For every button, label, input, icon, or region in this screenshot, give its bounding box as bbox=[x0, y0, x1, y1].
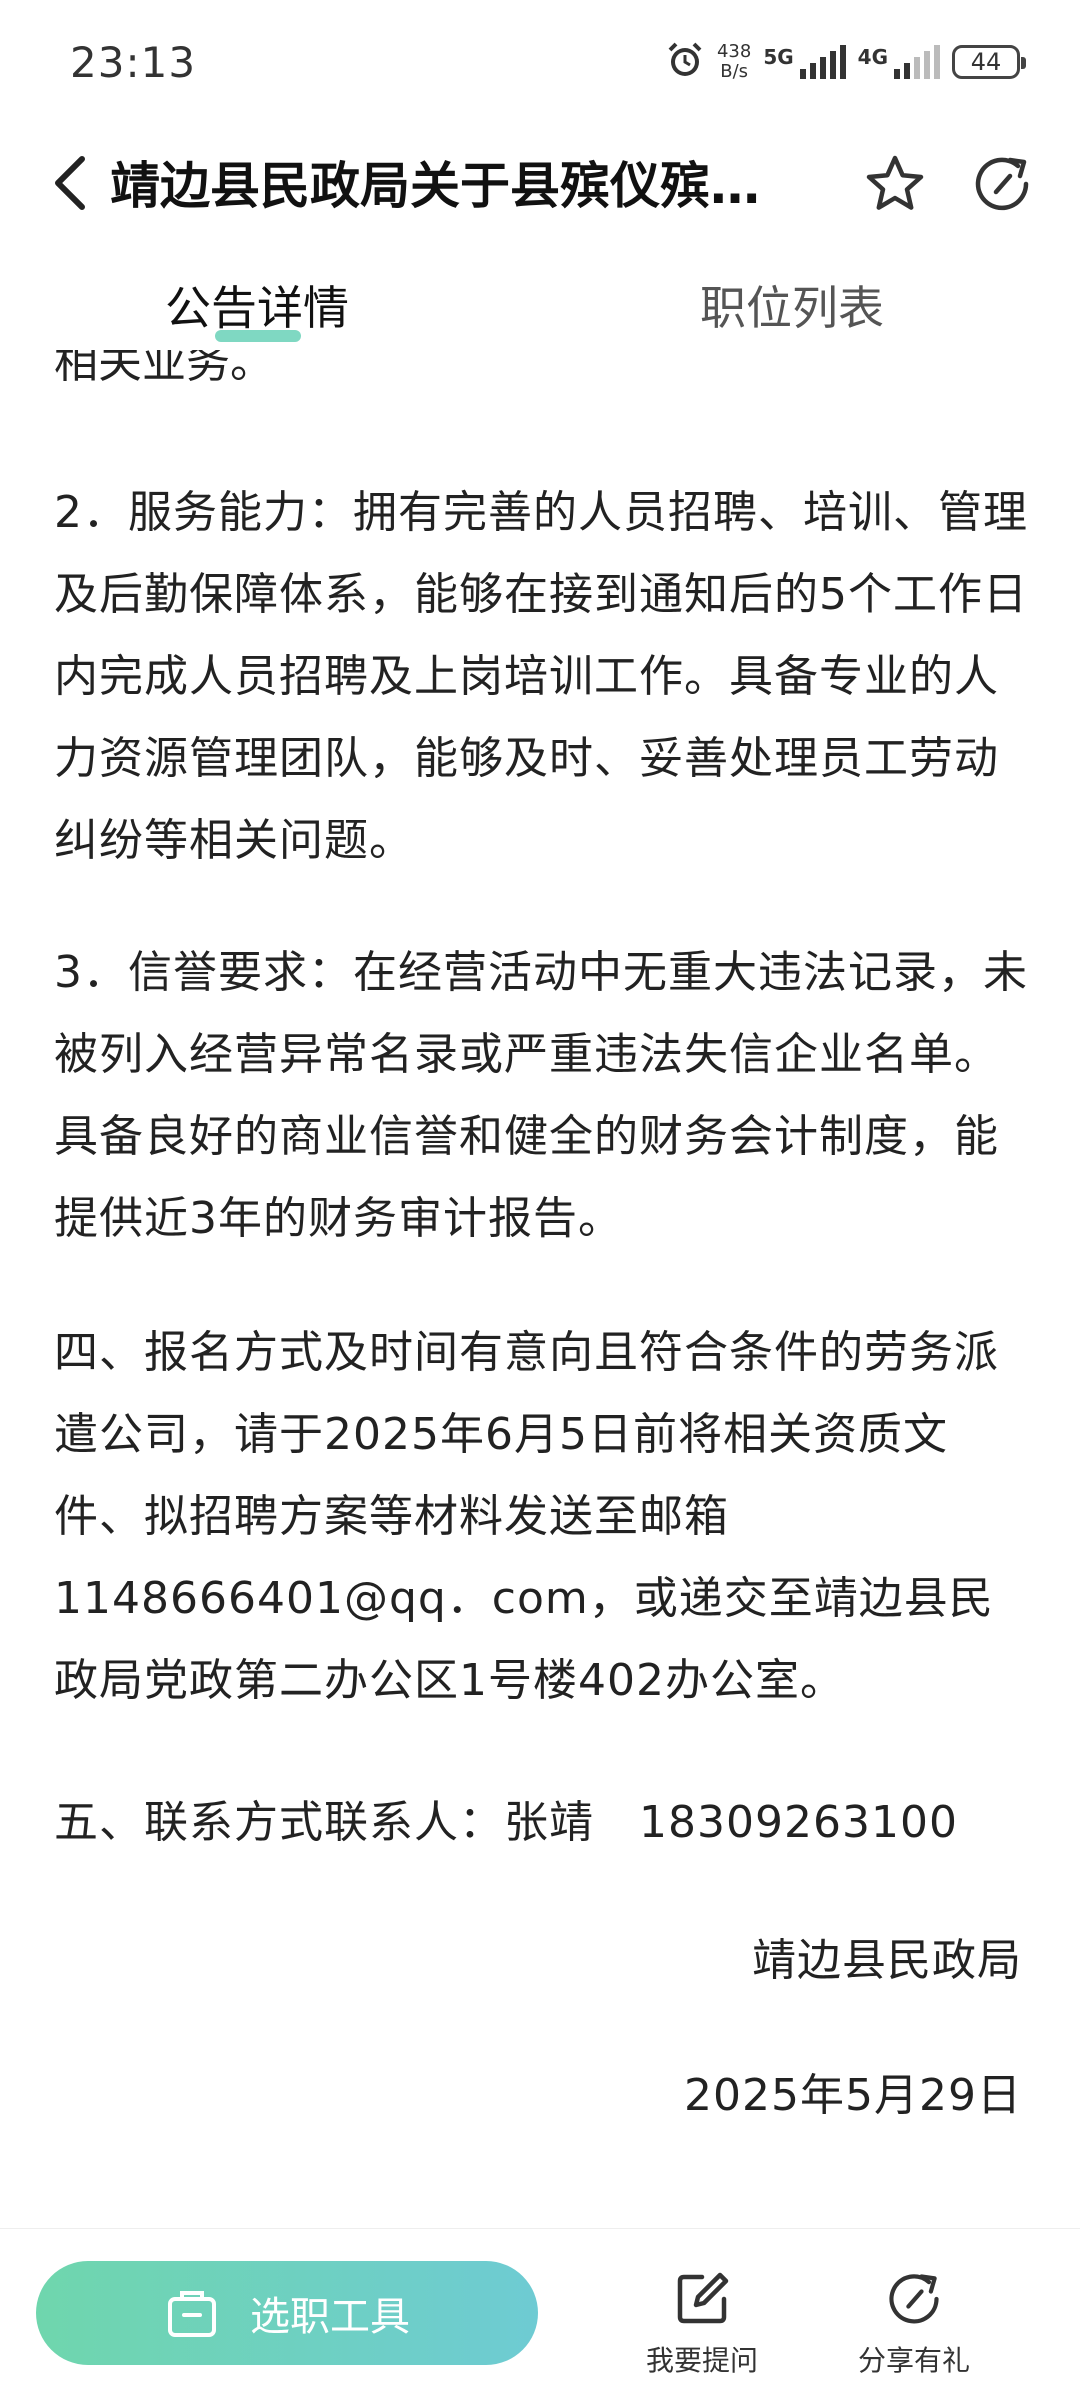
contact-line: 五、联系方式联系人：张靖 18309263100 bbox=[54, 1797, 958, 1848]
signal-5g-icon: 5G bbox=[763, 45, 846, 79]
tab-active-indicator bbox=[215, 330, 301, 342]
article-paragraph: 3．信誉要求：在经营活动中无重大违法记录，未被列入经营异常名录或严重违法失信企业… bbox=[54, 947, 1028, 1244]
signal-4g-label: 4G bbox=[857, 45, 888, 69]
header: 靖边县民政局关于县殡仪殡… bbox=[0, 130, 1080, 270]
article-content: 相关业务。 2．服务能力：拥有完善的人员招聘、培训、管理及后勤保障体系，能够在接… bbox=[0, 350, 1080, 2230]
share-reward-button[interactable]: 分享有礼 bbox=[834, 2269, 994, 2379]
share-icon bbox=[889, 2274, 939, 2324]
tab-position-list[interactable]: 职位列表 bbox=[700, 272, 884, 338]
share-reward-label: 分享有礼 bbox=[857, 2344, 970, 2377]
tab-announcement-detail[interactable]: 公告详情 bbox=[165, 272, 349, 338]
net-speed-value: 438 bbox=[716, 41, 752, 62]
share-button[interactable] bbox=[962, 144, 1042, 224]
signal-4g-icon: 4G bbox=[858, 45, 940, 79]
signal-5g-label: 5G bbox=[763, 45, 794, 69]
battery-level: 44 bbox=[970, 48, 1002, 76]
favorite-button[interactable] bbox=[855, 144, 935, 224]
alarm-icon bbox=[665, 40, 705, 84]
article-text-partial: 相关业务。 bbox=[54, 350, 274, 388]
job-tool-label: 选职工具 bbox=[250, 2294, 410, 2340]
article-paragraph: 四、报名方式及时间有意向且符合条件的劳务派遣公司，请于2025年6月5日前将相关… bbox=[54, 1327, 999, 1706]
briefcase-icon bbox=[168, 2291, 216, 2337]
status-icons: 438 B/s 5G 4G 44 bbox=[665, 40, 1026, 84]
chevron-left-icon bbox=[55, 156, 85, 210]
battery-icon: 44 bbox=[952, 45, 1026, 79]
share-icon bbox=[975, 157, 1029, 211]
ask-question-button[interactable]: 我要提问 bbox=[622, 2269, 782, 2379]
edit-icon bbox=[677, 2272, 729, 2324]
article-paragraph: 2．服务能力：拥有完善的人员招聘、培训、管理及后勤保障体系，能够在接到通知后的5… bbox=[54, 487, 1028, 866]
page-title: 靖边县民政局关于县殡仪殡… bbox=[110, 157, 760, 215]
net-speed-unit: B/s bbox=[720, 61, 749, 82]
job-tool-button[interactable]: 选职工具 bbox=[36, 2261, 538, 2365]
status-time: 23:13 bbox=[70, 38, 197, 87]
star-icon bbox=[866, 155, 924, 210]
announcement-date: 2025年5月29日 bbox=[684, 2070, 1022, 2121]
ask-question-label: 我要提问 bbox=[645, 2344, 758, 2377]
signature: 靖边县民政局 bbox=[752, 1935, 1022, 1986]
net-speed: 438 B/s bbox=[717, 42, 751, 82]
status-bar: 23:13 438 B/s 5G 4G 44 bbox=[0, 0, 1080, 130]
back-button[interactable] bbox=[40, 148, 100, 218]
tab-bar: 公告详情 职位列表 bbox=[0, 260, 1080, 360]
bottom-bar: 选职工具 我要提问 分享有礼 bbox=[0, 2228, 1080, 2399]
